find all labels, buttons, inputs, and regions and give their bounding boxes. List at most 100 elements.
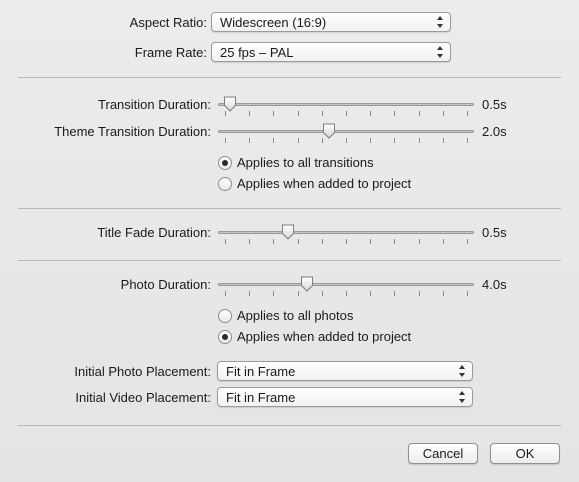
slider-tick <box>442 291 444 296</box>
divider <box>18 260 561 261</box>
photo-duration-label: Photo Duration: <box>120 277 211 292</box>
slider-tick <box>249 291 251 296</box>
slider-ticks <box>218 291 474 297</box>
project-properties-sheet: Aspect Ratio: Widescreen (16:9) Frame Ra… <box>0 0 579 482</box>
slider-tick <box>370 239 372 244</box>
initial-photo-placement-value: Fit in Frame <box>226 364 296 379</box>
slider-tick <box>418 111 420 116</box>
slider-tick <box>394 111 396 116</box>
slider-tick <box>394 239 396 244</box>
initial-video-placement-select[interactable]: Fit in Frame <box>217 387 473 407</box>
slider-tick <box>467 291 468 296</box>
slider-tick <box>249 111 251 116</box>
slider-tick <box>346 291 347 296</box>
slider-tick <box>442 239 444 244</box>
slider-tick <box>225 239 226 244</box>
slider-tick <box>394 291 396 296</box>
photo-duration-slider[interactable] <box>218 276 474 301</box>
slider-track[interactable] <box>218 231 474 234</box>
slider-tick <box>467 239 468 244</box>
radio-applies-all-transitions[interactable]: Applies to all transitions <box>218 155 374 170</box>
slider-tick <box>442 111 444 116</box>
slider-tick <box>225 291 226 296</box>
slider-tick <box>297 138 299 143</box>
title-fade-duration-label: Title Fade Duration: <box>97 225 211 240</box>
slider-ticks <box>218 239 474 245</box>
slider-tick <box>370 111 372 116</box>
slider-tick <box>249 239 251 244</box>
radio-applies-when-added-transitions[interactable]: Applies when added to project <box>218 176 411 191</box>
slider-tick <box>321 111 323 116</box>
initial-photo-placement-label: Initial Photo Placement: <box>74 364 211 379</box>
slider-tick <box>273 291 275 296</box>
radio-label: Applies when added to project <box>237 329 412 344</box>
slider-tick <box>249 138 251 143</box>
radio-applies-all-photos[interactable]: Applies to all photos <box>218 308 353 323</box>
slider-thumb[interactable] <box>223 96 237 112</box>
divider <box>18 425 561 426</box>
slider-tick <box>273 239 275 244</box>
aspect-ratio-select[interactable]: Widescreen (16:9) <box>211 12 451 32</box>
slider-track[interactable] <box>218 283 474 286</box>
slider-tick <box>370 138 372 143</box>
title-fade-duration-slider[interactable] <box>218 224 474 249</box>
slider-tick <box>321 239 323 244</box>
slider-tick <box>297 111 299 116</box>
slider-tick <box>297 291 299 296</box>
initial-photo-placement-select[interactable]: Fit in Frame <box>217 361 473 381</box>
radio-button[interactable] <box>218 308 232 323</box>
aspect-ratio-value: Widescreen (16:9) <box>220 15 327 30</box>
divider <box>18 77 561 78</box>
radio-button[interactable] <box>218 329 232 344</box>
initial-video-placement-value: Fit in Frame <box>226 390 296 405</box>
radio-label: Applies to all photos <box>237 308 354 323</box>
slider-tick <box>418 138 420 143</box>
slider-tick <box>273 138 275 143</box>
slider-tick <box>321 291 323 296</box>
slider-tick <box>346 239 347 244</box>
popup-arrows-icon <box>458 390 466 404</box>
slider-tick <box>225 138 226 143</box>
slider-thumb[interactable] <box>322 123 336 139</box>
popup-arrows-icon <box>436 15 444 29</box>
photo-duration-value: 4.0s <box>482 277 507 292</box>
radio-button[interactable] <box>218 176 232 191</box>
slider-tick <box>346 111 347 116</box>
slider-thumb[interactable] <box>300 276 314 292</box>
title-fade-duration-value: 0.5s <box>482 225 507 240</box>
transition-duration-label: Transition Duration: <box>98 97 211 112</box>
transition-duration-slider[interactable] <box>218 96 474 121</box>
frame-rate-value: 25 fps – PAL <box>220 45 294 60</box>
initial-video-placement-label: Initial Video Placement: <box>75 390 211 405</box>
slider-track[interactable] <box>218 103 474 106</box>
popup-arrows-icon <box>436 45 444 59</box>
radio-applies-when-added-photos[interactable]: Applies when added to project <box>218 329 411 344</box>
slider-tick <box>394 138 396 143</box>
slider-tick <box>297 239 299 244</box>
slider-track[interactable] <box>218 130 474 133</box>
slider-ticks <box>218 111 474 117</box>
transition-duration-value: 0.5s <box>482 97 507 112</box>
theme-transition-duration-label: Theme Transition Duration: <box>54 124 211 139</box>
slider-tick <box>370 291 372 296</box>
popup-arrows-icon <box>458 364 466 378</box>
frame-rate-select[interactable]: 25 fps – PAL <box>211 42 451 62</box>
ok-button[interactable]: OK <box>490 443 560 464</box>
radio-label: Applies when added to project <box>237 176 412 191</box>
slider-ticks <box>218 138 474 144</box>
radio-label: Applies to all transitions <box>237 155 374 170</box>
radio-button[interactable] <box>218 155 232 170</box>
theme-transition-duration-value: 2.0s <box>482 124 507 139</box>
slider-thumb[interactable] <box>281 224 295 240</box>
divider <box>18 208 561 209</box>
slider-tick <box>346 138 347 143</box>
slider-tick <box>442 138 444 143</box>
slider-tick <box>273 111 275 116</box>
slider-tick <box>418 239 420 244</box>
theme-transition-duration-slider[interactable] <box>218 123 474 148</box>
aspect-ratio-label: Aspect Ratio: <box>129 15 207 30</box>
frame-rate-label: Frame Rate: <box>134 45 207 60</box>
slider-tick <box>418 291 420 296</box>
cancel-button[interactable]: Cancel <box>408 443 478 464</box>
slider-tick <box>467 111 468 116</box>
